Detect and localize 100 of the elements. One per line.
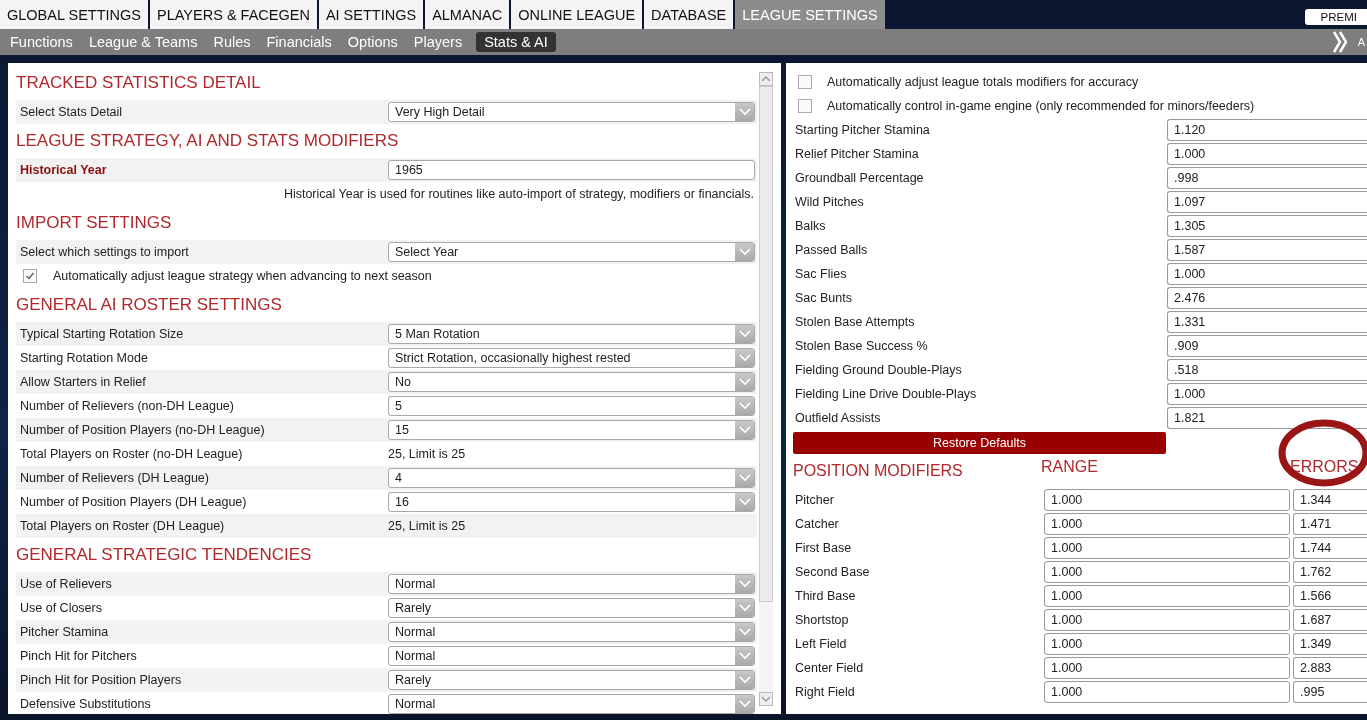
input-field[interactable]: 1.000 — [1044, 609, 1290, 631]
input-field[interactable]: .995 — [1293, 681, 1367, 703]
sub-tab[interactable]: Players — [405, 32, 471, 52]
dropdown[interactable]: Select Year — [388, 242, 755, 262]
input-field[interactable]: 1.344 — [1293, 489, 1367, 511]
setting-label: Defensive Substitutions — [20, 697, 152, 711]
caret-icon[interactable] — [735, 599, 754, 617]
section-heading: GENERAL AI ROSTER SETTINGS — [16, 294, 283, 316]
dropdown[interactable]: Rarely — [388, 670, 755, 690]
sub-tab[interactable]: League & Teams — [80, 32, 206, 52]
position-label: Third Base — [794, 589, 857, 603]
checkbox-label: Automatically adjust league totals modifiers for accuracy — [827, 75, 1139, 89]
dropdown[interactable]: 5 Man Rotation — [388, 324, 755, 344]
caret-icon[interactable] — [735, 103, 754, 121]
dropdown[interactable]: Strict Rotation, occasionally highest rested — [388, 348, 755, 368]
dropdown[interactable]: Normal — [388, 622, 755, 642]
section-heading: TRACKED STATISTICS DETAIL — [16, 72, 262, 94]
sub-tab[interactable]: Stats & AI — [476, 32, 556, 52]
input-field[interactable]: 1.000 — [1044, 537, 1290, 559]
caret-icon[interactable] — [735, 349, 754, 367]
top-tab[interactable]: AI SETTINGS — [318, 0, 424, 29]
checkbox-label: Automatically control in-game engine (only recommended for minors/feeders) — [827, 99, 1255, 113]
input-field[interactable]: 1.000 — [1044, 513, 1290, 535]
caret-icon[interactable] — [735, 623, 754, 641]
input-field[interactable]: 1.000 — [1167, 263, 1367, 285]
scrollbar-thumb[interactable] — [759, 86, 773, 602]
input-field[interactable]: 1.821 — [1167, 407, 1367, 429]
input-field[interactable]: 1.762 — [1293, 561, 1367, 583]
caret-icon[interactable] — [735, 671, 754, 689]
top-tab[interactable]: ONLINE LEAGUE — [511, 0, 643, 29]
restore-defaults-button[interactable]: Restore Defaults — [793, 432, 1166, 454]
input-field[interactable]: 1.471 — [1293, 513, 1367, 535]
caret-icon[interactable] — [735, 469, 754, 487]
dropdown[interactable]: 16 — [388, 492, 755, 512]
input-field[interactable]: 2.883 — [1293, 657, 1367, 679]
double-chevron-icon[interactable] — [1331, 30, 1348, 54]
input-field[interactable]: 1.566 — [1293, 585, 1367, 607]
input-field[interactable]: 1.000 — [1044, 561, 1290, 583]
input-field[interactable]: 1.305 — [1167, 215, 1367, 237]
modifier-label: Outfield Assists — [794, 411, 882, 425]
sub-tab[interactable]: Functions — [2, 32, 81, 52]
input-field[interactable]: .518 — [1167, 359, 1367, 381]
input-field[interactable]: 1965 — [388, 160, 755, 180]
caret-icon[interactable] — [735, 647, 754, 665]
dropdown[interactable]: 5 — [388, 396, 755, 416]
input-field[interactable]: .998 — [1167, 167, 1367, 189]
dropdown[interactable]: Rarely — [388, 598, 755, 618]
caret-icon[interactable] — [735, 575, 754, 593]
dropdown[interactable]: No — [388, 372, 755, 392]
input-field[interactable]: 1.744 — [1293, 537, 1367, 559]
checkbox[interactable] — [798, 75, 812, 89]
sub-tab[interactable]: Options — [339, 32, 406, 52]
setting-label: Select Stats Detail — [20, 105, 124, 119]
scroll-down-icon[interactable] — [759, 692, 773, 706]
caret-icon[interactable] — [735, 421, 754, 439]
caret-icon[interactable] — [735, 243, 754, 261]
input-field[interactable]: 1.000 — [1044, 489, 1290, 511]
position-label: First Base — [794, 541, 853, 555]
dropdown[interactable]: 4 — [388, 468, 755, 488]
caret-icon[interactable] — [735, 397, 754, 415]
dropdown[interactable]: Normal — [388, 694, 755, 714]
dropdown[interactable]: Normal — [388, 646, 755, 666]
section-heading: POSITION MODIFIERS — [793, 462, 964, 480]
caret-icon[interactable] — [735, 373, 754, 391]
top-tab[interactable]: DATABASE — [644, 0, 734, 29]
input-field[interactable]: 1.000 — [1044, 585, 1290, 607]
menu-label[interactable]: A — [1357, 36, 1365, 48]
input-field[interactable]: 1.097 — [1167, 191, 1367, 213]
input-field[interactable]: 1.000 — [1044, 657, 1290, 679]
setting-label: Starting Rotation Mode — [20, 351, 149, 365]
checkbox[interactable] — [23, 269, 37, 283]
checkbox[interactable] — [798, 99, 812, 113]
input-field[interactable]: 1.000 — [1044, 633, 1290, 655]
modifier-label: Fielding Ground Double-Plays — [794, 363, 963, 377]
top-tab[interactable]: ALMANAC — [425, 0, 510, 29]
dropdown[interactable]: 15 — [388, 420, 755, 440]
input-field[interactable]: 1.687 — [1293, 609, 1367, 631]
setting-label: Number of Relievers (DH League) — [20, 471, 210, 485]
top-tab[interactable]: PLAYERS & FACEGEN — [150, 0, 317, 29]
caret-icon[interactable] — [735, 493, 754, 511]
premium-button[interactable]: PREMI — [1304, 8, 1367, 25]
caret-icon[interactable] — [735, 325, 754, 343]
checkbox-label: Automatically adjust league strategy when advancing to next season — [53, 269, 432, 283]
sub-tab[interactable]: Rules — [205, 32, 259, 52]
dropdown[interactable]: Normal — [388, 574, 755, 594]
sub-tab[interactable]: Financials — [258, 32, 340, 52]
scroll-up-icon[interactable] — [759, 72, 773, 86]
input-field[interactable]: 1.331 — [1167, 311, 1367, 333]
setting-label: Select which settings to import — [20, 245, 190, 259]
caret-icon[interactable] — [735, 695, 754, 713]
input-field[interactable]: .909 — [1167, 335, 1367, 357]
top-tab[interactable]: GLOBAL SETTINGS — [0, 0, 149, 29]
dropdown[interactable]: Very High Detail — [388, 102, 755, 122]
input-field[interactable]: 2.476 — [1167, 287, 1367, 309]
input-field[interactable]: 1.349 — [1293, 633, 1367, 655]
input-field[interactable]: 1.000 — [1167, 143, 1367, 165]
input-field[interactable]: 1.120 — [1167, 119, 1367, 141]
input-field[interactable]: 1.000 — [1044, 681, 1290, 703]
input-field[interactable]: 1.587 — [1167, 239, 1367, 261]
input-field[interactable]: 1.000 — [1167, 383, 1367, 405]
